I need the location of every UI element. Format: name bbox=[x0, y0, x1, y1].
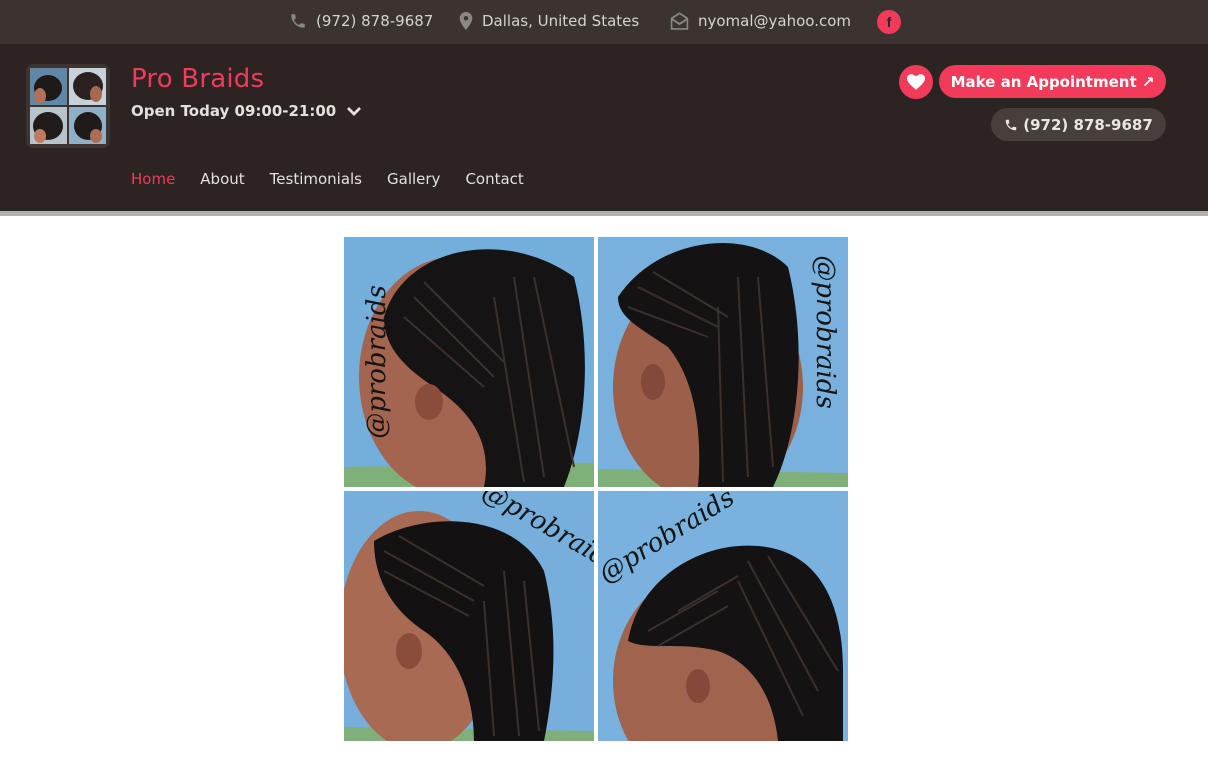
opening-hours-text: Open Today 09:00-21:00 bbox=[131, 102, 337, 120]
make-appointment-button[interactable]: Make an Appointment ↗ bbox=[939, 65, 1166, 98]
heart-icon bbox=[907, 74, 925, 90]
topbar-email[interactable]: nyomal@yahoo.com bbox=[670, 11, 851, 31]
logo-image[interactable] bbox=[26, 64, 110, 148]
topbar-email-text: nyomal@yahoo.com bbox=[698, 12, 852, 30]
site-header: Pro Braids Open Today 09:00-21:00 Make a… bbox=[0, 44, 1208, 211]
topbar-location-text: Dallas, United States bbox=[482, 12, 640, 30]
nav-item-home[interactable]: Home bbox=[131, 170, 175, 188]
favorite-button[interactable] bbox=[899, 65, 933, 99]
main-nav: Home About Testimonials Gallery Contact bbox=[131, 170, 549, 188]
nav-item-gallery[interactable]: Gallery bbox=[387, 170, 440, 188]
hero-image[interactable]: @probraids @probraids @probraids @probra… bbox=[344, 237, 848, 741]
photo-tile: @probraids bbox=[344, 491, 594, 741]
map-pin-icon bbox=[459, 12, 473, 30]
photo-tile: @probraids bbox=[598, 237, 848, 487]
photo-tile: @probraids bbox=[344, 237, 594, 487]
watermark-text: @probraids bbox=[809, 255, 840, 409]
top-contact-bar: (972) 878-9687 Dallas, United States nyo… bbox=[0, 0, 1208, 44]
chevron-down-icon bbox=[347, 107, 362, 116]
call-button-label: (972) 878-9687 bbox=[1023, 115, 1153, 134]
opening-hours[interactable]: Open Today 09:00-21:00 bbox=[131, 102, 362, 120]
topbar-phone[interactable]: (972) 878-9687 bbox=[289, 11, 433, 31]
site-title[interactable]: Pro Braids bbox=[131, 64, 264, 94]
nav-item-about[interactable]: About bbox=[200, 170, 244, 188]
phone-icon bbox=[291, 14, 305, 28]
phone-icon bbox=[1005, 119, 1017, 130]
topbar-phone-text: (972) 878-9687 bbox=[316, 12, 434, 30]
header-divider bbox=[0, 211, 1208, 216]
nav-item-contact[interactable]: Contact bbox=[465, 170, 523, 188]
topbar-location: Dallas, United States bbox=[459, 11, 639, 31]
nav-item-testimonials[interactable]: Testimonials bbox=[270, 170, 362, 188]
photo-tile: @probraids bbox=[598, 491, 848, 741]
facebook-icon[interactable]: f bbox=[877, 10, 901, 34]
call-button[interactable]: (972) 878-9687 bbox=[991, 108, 1166, 141]
envelope-open-icon bbox=[670, 12, 689, 30]
watermark-text: @probraids bbox=[361, 285, 392, 439]
